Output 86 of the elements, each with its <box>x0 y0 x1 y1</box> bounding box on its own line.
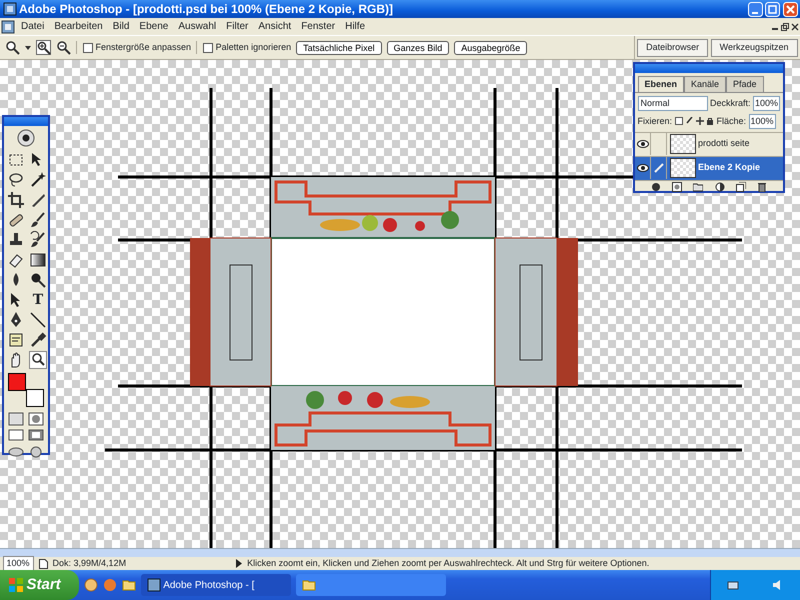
trash-icon[interactable] <box>757 182 768 192</box>
taskbar-button[interactable]: Adobe Photoshop - [ <box>140 574 291 596</box>
toolbar-button[interactable]: Tatsächliche Pixel <box>296 40 382 54</box>
app-icon <box>146 578 161 592</box>
lasso-icon[interactable] <box>7 171 25 189</box>
menu-item[interactable]: Bearbeiten <box>49 19 108 34</box>
brush-icon[interactable] <box>685 117 694 126</box>
crop-icon[interactable] <box>7 191 25 209</box>
layer-name: prodotti seite <box>698 137 750 150</box>
gradient-icon[interactable] <box>29 251 47 269</box>
menu-item[interactable]: Auswahl <box>173 19 222 34</box>
menu-item[interactable]: Datei <box>16 19 50 34</box>
restore-icon[interactable] <box>780 22 790 32</box>
taskbar-button[interactable] <box>296 574 446 596</box>
menu-item[interactable]: Ebene <box>134 19 174 34</box>
eye-icon[interactable] <box>636 140 648 148</box>
network-icon[interactable] <box>727 579 740 591</box>
menu-item[interactable]: Ansicht <box>253 19 296 34</box>
minimize-icon[interactable] <box>748 2 762 16</box>
window-title: Adobe Photoshop - [prodotti.psd bei 100% (Ebene 2 Kopie, RGB)] <box>19 1 394 18</box>
new-layer-icon[interactable] <box>736 182 746 192</box>
opacity-label: Deckkraft: <box>710 96 751 110</box>
menu-item[interactable]: Filter <box>221 19 254 34</box>
layer-thumbnail <box>670 134 696 154</box>
status-hint: Klicken zoomt ein, Klicken und Ziehen zoomt per Auswahlrechteck. Alt und Strg für weitere Optionen. <box>247 556 650 570</box>
magic-wand-icon[interactable] <box>29 171 47 189</box>
brush-icon[interactable] <box>29 211 47 229</box>
layer-thumbnail <box>670 158 696 178</box>
layer-row[interactable]: Ebene 2 Kopie <box>635 156 783 180</box>
palette-well-tab[interactable]: Werkzeugspitzen <box>710 39 798 56</box>
eyedropper-icon[interactable] <box>29 331 47 349</box>
palette-well-tab[interactable]: Dateibrowser <box>637 39 708 56</box>
app-icon <box>0 20 16 34</box>
screen-mode-icon[interactable] <box>28 428 44 442</box>
color-swatch[interactable] <box>26 389 44 407</box>
opacity-field[interactable]: 100% <box>753 96 780 111</box>
menu-item[interactable]: Fenster <box>296 19 340 34</box>
toolbar-button[interactable]: Ausgabegröße <box>454 40 528 54</box>
browser-icon[interactable] <box>84 578 98 592</box>
adjustment-icon[interactable] <box>714 182 725 192</box>
palette-tab[interactable]: Kanäle <box>684 76 726 92</box>
quick-mask-icon[interactable] <box>28 412 44 426</box>
palette-tab[interactable]: Ebenen <box>638 76 684 92</box>
maximize-icon[interactable] <box>765 2 780 16</box>
app-icon <box>2 2 16 16</box>
zoom-icon[interactable] <box>29 351 47 369</box>
checkbox[interactable]: Fenstergröße anpassen <box>76 40 192 54</box>
layer-row[interactable]: prodotti seite <box>635 132 783 156</box>
palette-tab[interactable]: Pfade <box>726 76 764 92</box>
layer-name: Ebene 2 Kopie <box>698 161 760 174</box>
blend-mode-dropdown[interactable]: Normal <box>638 96 708 111</box>
play-icon[interactable] <box>236 559 242 568</box>
zoom-out-icon[interactable] <box>56 40 71 55</box>
lock-icon[interactable] <box>706 117 714 126</box>
windows-logo-icon <box>8 577 24 593</box>
text-tool[interactable]: T <box>29 291 47 309</box>
fill-label: Fläche: <box>716 114 746 128</box>
transparency-lock-icon[interactable] <box>674 117 683 126</box>
close-icon[interactable] <box>790 22 800 32</box>
layer-style-icon[interactable] <box>650 182 661 192</box>
fill-field[interactable]: 100% <box>748 114 776 129</box>
lock-label: Fixieren: <box>638 114 672 128</box>
horizontal-scrollbar[interactable] <box>0 548 800 557</box>
standard-mode-icon[interactable] <box>8 412 24 426</box>
history-brush-icon[interactable] <box>29 231 47 249</box>
mask-icon[interactable] <box>672 182 682 192</box>
folder-icon[interactable] <box>122 578 136 592</box>
menu-item[interactable]: Hilfe <box>340 19 370 34</box>
document-size: Dok: 3,99M/4,12M <box>52 556 126 570</box>
folder-icon <box>302 578 316 592</box>
brush-icon <box>654 163 664 173</box>
eye-icon[interactable] <box>636 164 648 172</box>
folder-icon[interactable] <box>693 182 704 192</box>
move-icon[interactable] <box>696 117 704 126</box>
palette-title-bar <box>4 117 48 126</box>
menu-item[interactable]: Bild <box>108 19 134 34</box>
line-icon[interactable] <box>29 311 47 329</box>
toolbar-button[interactable]: Ganzes Bild <box>386 40 450 54</box>
zoom-icon[interactable] <box>5 40 20 55</box>
checkbox[interactable]: Paletten ignorieren <box>196 40 292 54</box>
color-swatch[interactable] <box>8 373 26 391</box>
caret-icon[interactable] <box>25 46 31 50</box>
zoom-in-icon[interactable] <box>36 40 51 55</box>
document-icon <box>38 558 48 568</box>
notes-icon[interactable] <box>7 331 25 349</box>
screen-mode-icon[interactable] <box>8 428 24 442</box>
